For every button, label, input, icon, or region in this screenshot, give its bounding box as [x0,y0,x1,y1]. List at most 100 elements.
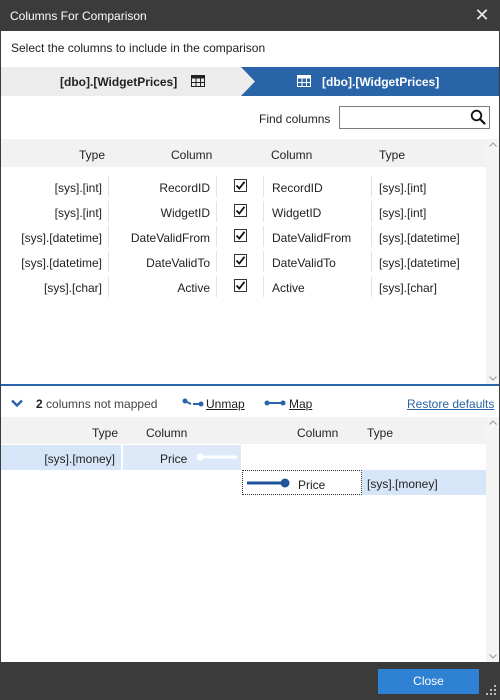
mapping-toolbar: 2 columns not mapped Unmap Map Restore d… [1,389,499,417]
close-button[interactable]: Close [378,669,479,694]
find-columns-box [339,106,490,129]
cell-divider [216,201,217,222]
grid-header: Type Column Column Type [1,139,486,167]
include-checkbox[interactable] [234,279,247,292]
find-columns-input[interactable] [343,107,463,127]
cell-divider [263,276,264,297]
left-type-cell: [sys].[datetime] [21,231,102,245]
cell-divider [263,201,264,222]
cell-divider [371,226,372,247]
header-right-type[interactable]: Type [367,426,393,440]
cell-divider [216,251,217,272]
unmapped-columns-grid: Type Column Column Type [sys].[money] Pr… [1,417,499,662]
right-type-value: [sys].[money] [367,477,438,491]
right-column-cell: Active [272,281,305,295]
table-icon [191,75,205,90]
table-icon [297,75,311,90]
include-checkbox[interactable] [234,179,247,192]
breadcrumb-right-label: [dbo].[WidgetPrices] [322,75,440,89]
breadcrumb-left[interactable]: [dbo].[WidgetPrices] [1,67,256,96]
cell-divider [108,276,109,297]
cell-divider [263,251,264,272]
right-type-cell: [sys].[int] [379,181,427,195]
unmapped-count-text: 2 columns not mapped [36,397,157,411]
left-type-value: [sys].[money] [44,452,115,466]
table-row[interactable]: [sys].[int] RecordID RecordID [sys].[int] [1,174,486,199]
left-type-cell: [sys].[int] [54,206,102,220]
right-column-cell: DateValidFrom [272,231,352,245]
header-left-column[interactable]: Column [146,426,187,440]
scroll-down-icon [489,376,497,381]
left-column-cell: RecordID [159,181,210,195]
header-left-type[interactable]: Type [79,148,105,162]
cell-divider [371,251,372,272]
table-row[interactable]: [sys].[char] Active Active [sys].[char] [1,274,486,299]
cell-divider [108,176,109,197]
scroll-up-icon [489,142,497,147]
window-title: Columns For Comparison [10,9,147,23]
column-cell: Price [123,445,241,470]
include-checkbox[interactable] [234,204,247,217]
vertical-scrollbar[interactable] [486,139,499,384]
breadcrumb: [dbo].[WidgetPrices] [dbo].[WidgetPrices… [1,67,499,96]
cell-divider [263,226,264,247]
left-column-cell: WidgetID [160,206,210,220]
unmap-icon [182,398,204,407]
cell-divider [216,176,217,197]
unmapped-connector-icon [196,453,237,461]
map-label: Map [289,397,313,411]
breadcrumb-right[interactable]: [dbo].[WidgetPrices] [241,67,499,96]
right-type-cell: [sys].[datetime] [379,231,460,245]
left-column-cell: DateValidTo [146,256,210,270]
header-right-type[interactable]: Type [379,148,405,162]
breadcrumb-left-label: [dbo].[WidgetPrices] [60,75,178,89]
right-type-cell: [sys].[char] [379,281,438,295]
left-type-cell: [sys].[char] [43,281,102,295]
scroll-down-icon [489,654,497,659]
grid-splitter[interactable] [1,384,499,386]
unmapped-right-row[interactable]: Price [sys].[money] [242,470,486,495]
header-left-column[interactable]: Column [171,148,212,162]
cell-divider [263,176,264,197]
left-column-value: Price [160,452,188,466]
dialog-content: Select the columns to include in the com… [1,31,499,662]
header-right-column[interactable]: Column [271,148,312,162]
right-column-value: Price [298,478,326,492]
unmapped-count: 2 [36,397,43,411]
cell-divider [371,176,372,197]
cell-divider [371,276,372,297]
grid-header: Type Column Column Type [1,417,486,444]
right-column-cell: RecordID [272,181,323,195]
table-row[interactable]: [sys].[int] WidgetID WidgetID [sys].[int] [1,199,486,224]
unmapped-left-row[interactable]: [sys].[money] Price [1,445,241,470]
vertical-scrollbar[interactable] [486,417,499,662]
find-columns-label: Find columns [259,112,331,126]
table-row[interactable]: [sys].[datetime] DateValidTo DateValidTo [s… [1,249,486,274]
right-column-cell: WidgetID [272,206,322,220]
chevron-down-icon[interactable] [11,397,23,411]
right-column-cell: DateValidTo [272,256,336,270]
right-type-cell: [sys].[int] [379,206,427,220]
title-bar: Columns For Comparison ✕ [0,0,500,31]
header-left-type[interactable]: Type [92,426,118,440]
unmap-label: Unmap [206,397,245,411]
type-cell: [sys].[money] [364,470,486,495]
search-icon[interactable] [470,109,486,128]
include-checkbox[interactable] [234,229,247,242]
include-checkbox[interactable] [234,254,247,267]
left-column-cell: DateValidFrom [130,231,210,245]
restore-defaults-link[interactable]: Restore defaults [407,397,494,411]
type-cell: [sys].[money] [1,445,121,470]
header-right-column[interactable]: Column [297,426,338,440]
column-cell: Price [242,470,362,495]
close-icon[interactable]: ✕ [472,5,492,25]
left-type-cell: [sys].[datetime] [21,256,102,270]
left-type-cell: [sys].[int] [54,181,102,195]
map-icon [264,400,286,406]
table-row[interactable]: [sys].[datetime] DateValidFrom DateValidFr… [1,224,486,249]
scroll-up-icon [489,420,497,425]
cell-divider [108,226,109,247]
cell-divider [108,251,109,272]
left-column-cell: Active [177,281,210,295]
resize-grip-icon[interactable] [485,684,497,696]
